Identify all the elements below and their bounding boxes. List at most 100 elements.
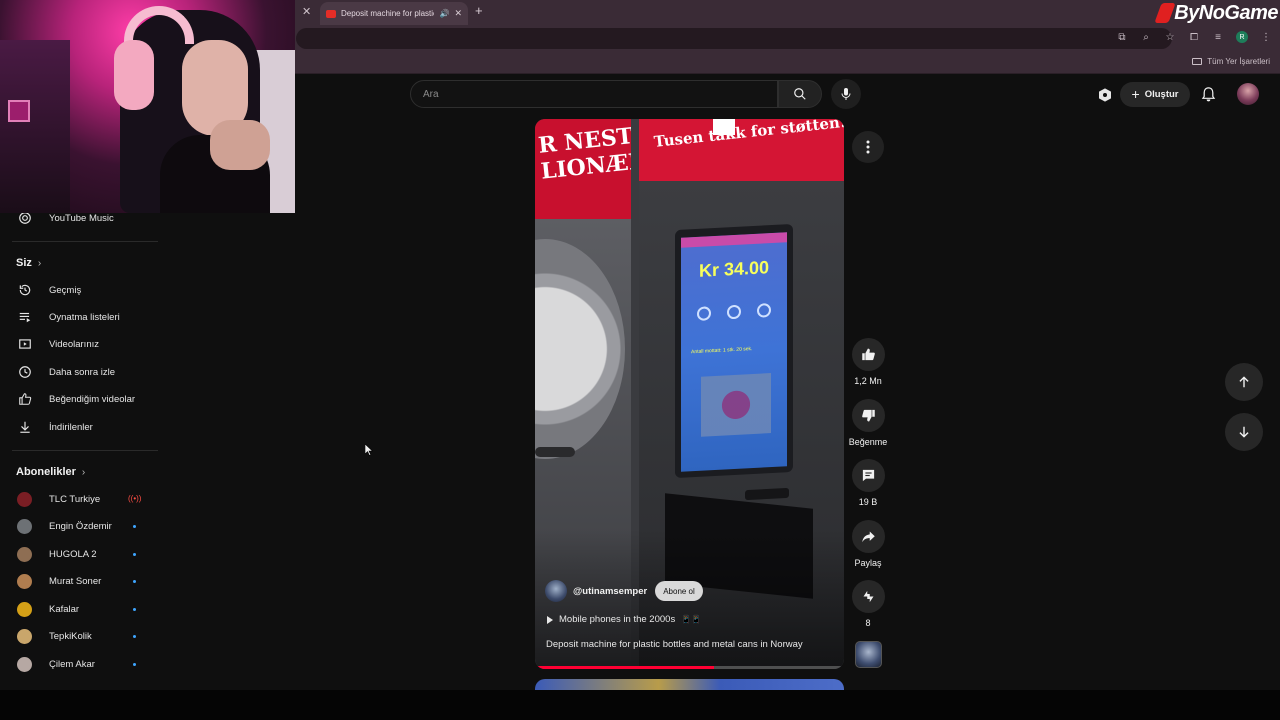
- extensions-icon[interactable]: ⧠: [1188, 32, 1200, 43]
- share-action: Paylaş: [844, 520, 892, 568]
- sidebar-item-label: Geçmiş: [49, 285, 82, 296]
- subscription-item[interactable]: Çilem Akar: [0, 651, 160, 678]
- play-icon: [547, 615, 553, 624]
- new-content-dot: [133, 525, 136, 528]
- subscription-item[interactable]: Engin Özdemir: [0, 513, 160, 540]
- remix-button[interactable]: [851, 580, 885, 613]
- tab-title: Deposit machine for plastic bottles and …: [341, 9, 434, 18]
- channel-avatar: [17, 602, 32, 617]
- notifications-bell-icon[interactable]: [1201, 86, 1216, 102]
- sidebar-item-your-videos[interactable]: Videolarınız: [0, 331, 160, 358]
- your-videos-icon: [19, 339, 31, 349]
- speaker-icon[interactable]: 🔊: [439, 9, 449, 18]
- media-controls-icon[interactable]: ≡: [1212, 32, 1224, 43]
- sidebar-item-history[interactable]: Geçmiş: [0, 277, 160, 304]
- channel-name: HUGOLA 2: [49, 549, 97, 560]
- subscriptions-section-header[interactable]: Abonelikler ›: [16, 466, 85, 478]
- remix-icon: [863, 590, 873, 603]
- history-icon: [19, 284, 31, 296]
- sidebar-item-label: Videolarınız: [49, 339, 99, 350]
- sidebar-item-label: YouTube Music: [49, 213, 114, 224]
- more-options-button[interactable]: [852, 131, 884, 163]
- share-label: Paylaş: [854, 558, 882, 568]
- create-label: Oluştur: [1144, 89, 1179, 100]
- live-indicator-icon: ((•)): [128, 494, 142, 503]
- subscription-item[interactable]: HUGOLA 2: [0, 541, 160, 568]
- subscription-item[interactable]: TepkiKolik: [0, 623, 160, 650]
- search-input[interactable]: [423, 88, 765, 100]
- music-row[interactable]: Mobile phones in the 2000s 📱📱: [547, 614, 701, 625]
- dislike-label: Beğenme: [848, 437, 888, 447]
- next-short-button[interactable]: [1225, 413, 1263, 451]
- dislike-button[interactable]: [851, 399, 885, 432]
- arrow-down-icon: [1239, 426, 1249, 438]
- close-tab-icon[interactable]: ✕: [454, 8, 462, 19]
- new-content-dot: [133, 635, 136, 638]
- watermark-logo-icon: [1154, 3, 1176, 23]
- search-button[interactable]: [778, 80, 822, 108]
- sidebar-item-watch-later[interactable]: Daha sonra izle: [0, 359, 160, 386]
- close-tab-icon[interactable]: ✕: [302, 5, 311, 18]
- previous-short-button[interactable]: [1225, 363, 1263, 401]
- bynogame-watermark: ByNoGame: [1154, 0, 1278, 26]
- cast-icon[interactable]: ⧉: [1116, 32, 1128, 43]
- webcam-wall: [0, 40, 70, 213]
- subscription-item[interactable]: TLC Turkiye ((•)): [0, 486, 160, 513]
- sidebar-item-label: Daha sonra izle: [49, 367, 116, 378]
- sidebar-item-playlists[interactable]: Oynatma listeleri: [0, 304, 160, 331]
- streamer-webcam-overlay: [0, 0, 295, 213]
- chevron-right-icon: ›: [37, 257, 42, 269]
- sidebar-item-downloads[interactable]: İndirilenler: [0, 414, 160, 441]
- microphone-icon: [841, 88, 851, 100]
- arrow-up-icon: [1239, 376, 1249, 388]
- short-title[interactable]: Deposit machine for plastic bottles and …: [546, 639, 803, 650]
- subscription-item[interactable]: Kafalar: [0, 596, 160, 623]
- like-button[interactable]: [851, 338, 885, 371]
- sidebar-item-label: Oynatma listeleri: [49, 312, 120, 323]
- youtube-favicon-icon: [326, 9, 336, 18]
- headphone-cup: [114, 40, 154, 110]
- video-progress-bar[interactable]: [535, 666, 844, 669]
- video-progress-fill: [535, 666, 715, 669]
- sidebar-divider: [12, 450, 158, 451]
- subscription-item[interactable]: Murat Soner: [0, 568, 160, 595]
- comments-button[interactable]: [851, 459, 885, 492]
- menu-kebab-icon[interactable]: ⋮: [1260, 32, 1272, 43]
- channel-avatar: [17, 629, 32, 644]
- channel-avatar: [17, 547, 32, 562]
- new-tab-icon[interactable]: +: [475, 3, 483, 18]
- share-button[interactable]: [851, 520, 885, 553]
- zoom-icon[interactable]: ⌕: [1140, 32, 1152, 43]
- like-count: 1,2 Mn: [854, 376, 882, 386]
- channel-name: TepkiKolik: [49, 631, 92, 642]
- original-sound-thumbnail[interactable]: [855, 641, 882, 668]
- account-avatar[interactable]: [1237, 83, 1259, 105]
- studio-icon[interactable]: [1097, 87, 1113, 103]
- bookmark-star-icon[interactable]: ☆: [1164, 32, 1176, 43]
- channel-name: Murat Soner: [49, 576, 102, 587]
- music-emoji: 📱📱: [681, 615, 702, 624]
- subscriptions-section-title: Abonelikler: [16, 466, 76, 478]
- like-action: 1,2 Mn: [844, 338, 892, 386]
- you-section-header[interactable]: Siz ›: [16, 257, 41, 269]
- channel-handle[interactable]: @utinamsemper: [573, 586, 647, 597]
- channel-avatar: [17, 657, 32, 672]
- sidebar-item-liked-videos[interactable]: Beğendiğim videolar: [0, 386, 160, 413]
- search-box[interactable]: [410, 80, 778, 108]
- channel-avatar: [17, 574, 32, 589]
- voice-search-button[interactable]: [831, 79, 861, 109]
- remix-count: 8: [865, 618, 871, 628]
- comment-icon: [862, 469, 874, 482]
- chevron-right-icon: ›: [81, 466, 86, 478]
- all-bookmarks-button[interactable]: Tüm Yer İşaretleri: [1192, 57, 1270, 66]
- sidebar: YouTube Music Siz › Geçmiş Oynatma liste…: [0, 205, 170, 690]
- address-bar[interactable]: [296, 28, 1172, 49]
- create-button[interactable]: + Oluştur: [1120, 82, 1190, 107]
- channel-avatar[interactable]: [545, 580, 567, 602]
- subscribe-button[interactable]: Abone ol: [655, 581, 703, 601]
- share-icon: [861, 531, 875, 543]
- other-count-icon: [757, 303, 771, 318]
- bottle-count-icon: [697, 306, 711, 321]
- profile-avatar[interactable]: R: [1236, 31, 1248, 43]
- browser-tab-active[interactable]: Deposit machine for plastic bottles and …: [320, 2, 468, 25]
